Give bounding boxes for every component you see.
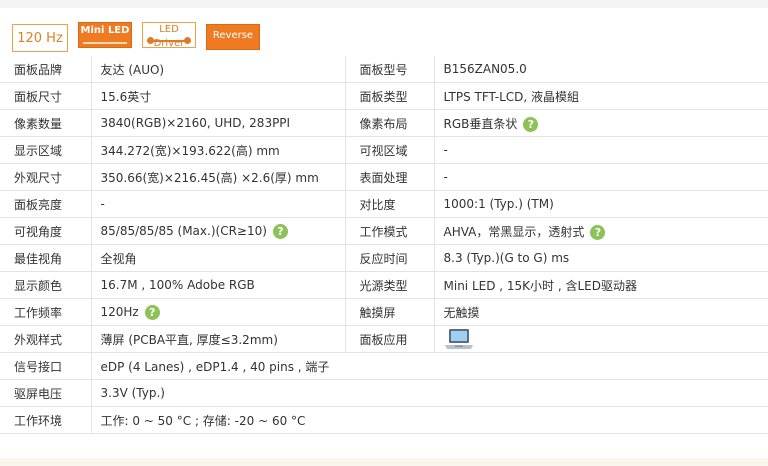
spec-value: LTPS TFT-LCD, 液晶模組 xyxy=(434,82,768,110)
table-row: 面板品牌 友达 (AUO) 面板型号 B156ZAN05.0 xyxy=(0,56,768,83)
spec-table: 面板品牌 友达 (AUO) 面板型号 B156ZAN05.0 面板尺寸 15.6… xyxy=(0,56,768,434)
spec-label: 显示颜色 xyxy=(0,271,92,299)
table-row: 显示区域 344.272(宽)×193.622(高) mm 可视区域 - xyxy=(0,136,768,164)
spec-value: B156ZAN05.0 xyxy=(434,56,768,83)
spec-value-cell: AHVA，常黑显示，透射式? xyxy=(434,217,768,245)
spec-value: 16.7M , 100% Adobe RGB xyxy=(91,271,345,299)
spec-value: RGB垂直条状 xyxy=(443,116,518,131)
driver-node-icon xyxy=(184,37,191,44)
spec-label: 表面处理 xyxy=(344,163,435,191)
spec-label: 工作频率 xyxy=(0,298,92,326)
spec-value: 344.272(宽)×193.622(高) mm xyxy=(91,136,345,164)
spec-value: 工作: 0 ~ 50 °C ; 存储: -20 ~ 60 °C xyxy=(91,406,768,434)
table-row: 显示颜色 16.7M , 100% Adobe RGB 光源类型 Mini LE… xyxy=(0,271,768,299)
spec-value: 15.6英寸 xyxy=(91,82,345,110)
help-circle-icon[interactable]: ? xyxy=(144,304,160,320)
spec-value: 无触摸 xyxy=(434,298,768,326)
spec-value: Mini LED , 15K小时 , 含LED驱动器 xyxy=(434,271,768,299)
spec-value: 3840(RGB)×2160, UHD, 283PPI xyxy=(91,109,345,137)
laptop-icon[interactable] xyxy=(444,328,474,350)
spec-value: - xyxy=(434,136,768,164)
spec-label: 可视区域 xyxy=(344,136,435,164)
spec-value-cell: 85/85/85/85 (Max.)(CR≥10)? xyxy=(91,217,345,245)
mini-led-strip-icon xyxy=(83,42,127,44)
spec-value: 3.3V (Typ.) xyxy=(91,379,768,407)
spec-label: 对比度 xyxy=(344,190,435,218)
reverse-badge: Reverse xyxy=(206,24,260,50)
spec-label: 面板型号 xyxy=(344,56,435,83)
spec-value: 1000:1 (Typ.) (TM) xyxy=(434,190,768,218)
table-row: 信号接口 eDP (4 Lanes) , eDP1.4 , 40 pins , … xyxy=(0,352,768,380)
table-row: 工作频率 120Hz? 触摸屏 无触摸 xyxy=(0,298,768,326)
spec-label: 工作模式 xyxy=(344,217,435,245)
spec-label: 信号接口 xyxy=(0,352,92,380)
spec-label: 外观样式 xyxy=(0,325,92,353)
spec-value: 8.3 (Typ.)(G to G) ms xyxy=(434,244,768,272)
spec-label: 显示区域 xyxy=(0,136,92,164)
refresh-rate-badge: 120 Hz xyxy=(12,24,68,52)
spec-value: - xyxy=(91,190,345,218)
spec-label: 反应时间 xyxy=(344,244,435,272)
spec-value: eDP (4 Lanes) , eDP1.4 , 40 pins , 端子 xyxy=(91,352,768,380)
table-row: 驱屏电压 3.3V (Typ.) xyxy=(0,379,768,407)
spec-label: 像素布局 xyxy=(344,109,435,137)
spec-label: 触摸屏 xyxy=(344,298,435,326)
spec-label: 面板亮度 xyxy=(0,190,92,218)
spec-value-cell: RGB垂直条状? xyxy=(434,109,768,137)
spec-value-cell: 120Hz? xyxy=(91,298,345,326)
spec-label: 面板应用 xyxy=(344,325,435,353)
led-driver-badge: LED Driver xyxy=(142,22,196,49)
spec-value: 120Hz xyxy=(100,304,139,319)
spec-value: AHVA，常黑显示，透射式 xyxy=(443,224,585,239)
table-row: 外观尺寸 350.66(宽)×216.45(高) ×2.6(厚) mm 表面处理… xyxy=(0,163,768,191)
spec-label: 工作环境 xyxy=(0,406,92,434)
spec-label: 光源类型 xyxy=(344,271,435,299)
table-row: 外观样式 薄屏 (PCBA平直, 厚度≤3.2mm) 面板应用 xyxy=(0,325,768,353)
spec-label: 外观尺寸 xyxy=(0,163,92,191)
spec-value: - xyxy=(434,163,768,191)
spec-value-cell xyxy=(434,325,768,353)
help-circle-icon[interactable]: ? xyxy=(272,223,288,239)
spec-label: 面板类型 xyxy=(344,82,435,110)
table-row: 面板亮度 - 对比度 1000:1 (Typ.) (TM) xyxy=(0,190,768,218)
spec-label: 可视角度 xyxy=(0,217,92,245)
table-row: 最佳视角 全视角 反应时间 8.3 (Typ.)(G to G) ms xyxy=(0,244,768,272)
help-circle-icon[interactable]: ? xyxy=(590,224,606,240)
driver-node-icon xyxy=(147,37,154,44)
table-row: 工作环境 工作: 0 ~ 50 °C ; 存储: -20 ~ 60 °C xyxy=(0,406,768,434)
table-row: 可视角度 85/85/85/85 (Max.)(CR≥10)? 工作模式 AHV… xyxy=(0,217,768,245)
spec-panel: 120 Hz Mini LED LED Driver Reverse 面板品牌 … xyxy=(0,8,768,458)
mini-led-badge: Mini LED xyxy=(78,22,132,48)
spec-value: 全视角 xyxy=(91,244,345,272)
spec-value: 友达 (AUO) xyxy=(91,56,345,83)
spec-value: 薄屏 (PCBA平直, 厚度≤3.2mm) xyxy=(91,325,345,353)
help-circle-icon[interactable]: ? xyxy=(523,116,539,132)
table-row: 面板尺寸 15.6英寸 面板类型 LTPS TFT-LCD, 液晶模組 xyxy=(0,82,768,110)
spec-value: 350.66(宽)×216.45(高) ×2.6(厚) mm xyxy=(91,163,345,191)
table-row: 像素数量 3840(RGB)×2160, UHD, 283PPI 像素布局 RG… xyxy=(0,109,768,137)
spec-label: 驱屏电压 xyxy=(0,379,92,407)
spec-label: 像素数量 xyxy=(0,109,92,137)
page-bottom-strip xyxy=(0,458,768,466)
spec-label: 最佳视角 xyxy=(0,244,92,272)
spec-label: 面板尺寸 xyxy=(0,82,92,110)
spec-label: 面板品牌 xyxy=(0,56,92,83)
spec-value: 85/85/85/85 (Max.)(CR≥10) xyxy=(100,223,267,238)
